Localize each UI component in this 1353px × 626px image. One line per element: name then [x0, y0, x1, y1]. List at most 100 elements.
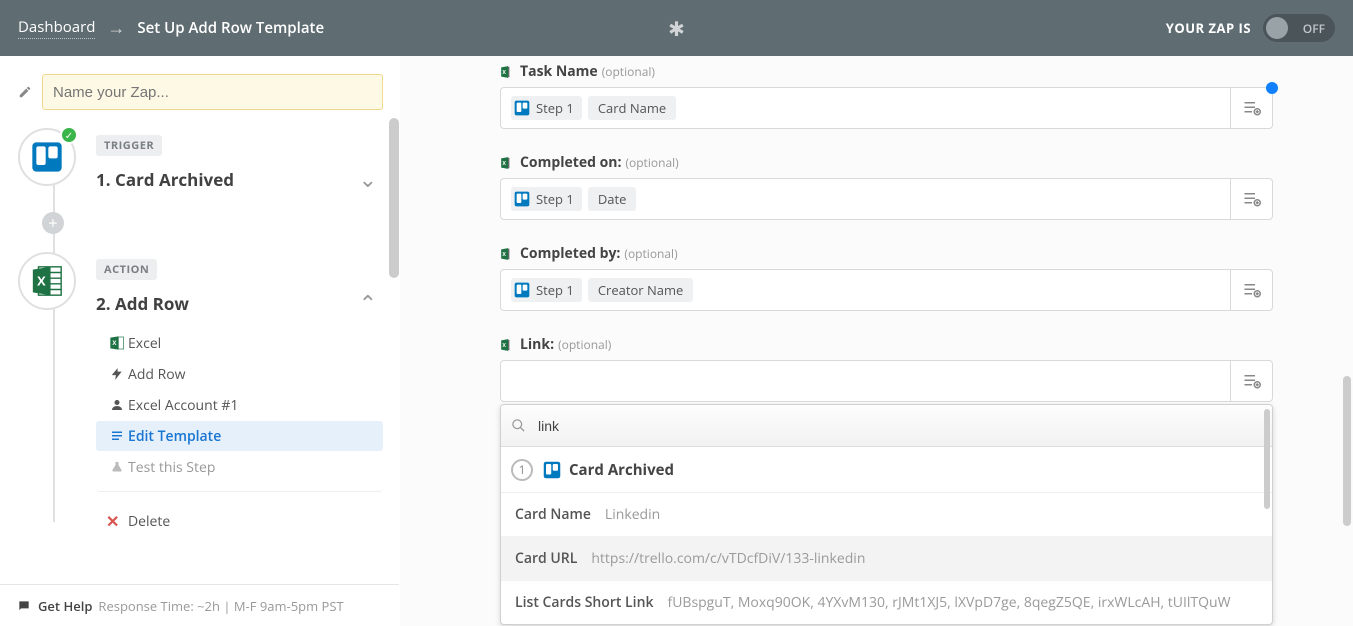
dropdown-search-input[interactable]: [536, 417, 1262, 435]
toggle-off-label: OFF: [1303, 20, 1325, 37]
pill-step1[interactable]: Step 1: [511, 187, 582, 211]
add-step-button[interactable]: +: [42, 212, 64, 234]
svg-text:X: X: [502, 67, 506, 75]
insert-data-button[interactable]: [1230, 88, 1272, 128]
substep-action[interactable]: Add Row: [96, 359, 383, 389]
action-step-bubble[interactable]: X: [18, 252, 76, 310]
trello-icon: [31, 141, 63, 173]
trello-mini-icon: [514, 282, 530, 298]
pill-value-cardname[interactable]: Card Name: [588, 96, 676, 120]
substep-app-label: Excel: [128, 334, 161, 353]
sidebar-scrollbar[interactable]: [389, 118, 399, 278]
breadcrumb-arrow-icon: →: [107, 16, 125, 40]
task-name-input[interactable]: Step 1 Card Name: [500, 87, 1273, 129]
trello-mini-icon: [514, 191, 530, 207]
completed-on-label: Completed on:: [520, 153, 621, 172]
dd-val: fUBspguT, Moxq90OK, 4YXvM130, rJMt1XJ5, …: [667, 593, 1230, 612]
completed-by-input[interactable]: Step 1 Creator Name: [500, 269, 1273, 311]
pill-step-text: Step 1: [536, 190, 574, 208]
field-link: X Link: (optional): [500, 335, 1273, 625]
trigger-step-header[interactable]: 1. Card Archived ⌄: [96, 164, 383, 194]
step-number-badge: 1: [511, 459, 533, 481]
chevron-up-icon: ⌃: [359, 288, 377, 318]
svg-text:X: X: [502, 158, 506, 166]
dropdown-header-title: Card Archived: [569, 460, 674, 480]
pill-value-creator[interactable]: Creator Name: [588, 278, 694, 302]
link-input[interactable]: [500, 360, 1273, 402]
substep-test-label: Test this Step: [128, 458, 215, 477]
pencil-icon: [18, 85, 34, 99]
excel-small-icon: X: [106, 335, 128, 351]
dropdown-item-card-url[interactable]: Card URL https://trello.com/c/vTDcfDiV/1…: [501, 537, 1272, 581]
action-step-header[interactable]: 2. Add Row ⌃: [96, 288, 383, 318]
field-task-name: X Task Name (optional) Step 1 Card Name: [500, 62, 1273, 129]
substep-account-label: Excel Account #1: [128, 396, 238, 415]
pill-step1[interactable]: Step 1: [511, 96, 582, 120]
zap-enabled-toggle[interactable]: OFF: [1263, 14, 1335, 42]
field-picker-dropdown: 1 Card Archived Card Name Linkedin Card …: [500, 404, 1273, 625]
svg-text:X: X: [502, 340, 506, 348]
main-form: X Task Name (optional) Step 1 Card Name: [400, 56, 1353, 626]
substep-app[interactable]: X Excel: [96, 328, 383, 358]
dropdown-item-list-cards-short-link[interactable]: List Cards Short Link fUBspguT, Moxq90OK…: [501, 581, 1272, 624]
trigger-step-bubble[interactable]: ✓: [18, 128, 76, 186]
pill-step-text: Step 1: [536, 99, 574, 117]
help-meta: Response Time: ~2h | M-F 9am-5pm PST: [98, 597, 343, 615]
svg-text:X: X: [37, 271, 46, 289]
substep-edit-label: Edit Template: [128, 427, 221, 446]
pill-step-text: Step 1: [536, 281, 574, 299]
insert-data-button[interactable]: [1230, 270, 1272, 310]
svg-text:X: X: [502, 249, 506, 257]
trigger-badge: TRIGGER: [96, 135, 162, 156]
get-help-link[interactable]: Get Help: [38, 597, 92, 615]
dropdown-item-card-name[interactable]: Card Name Linkedin: [501, 493, 1272, 537]
delete-x-icon: ✕: [106, 510, 128, 532]
zap-name-input[interactable]: [42, 74, 383, 110]
topbar: Dashboard → Set Up Add Row Template ✱ YO…: [0, 0, 1353, 56]
search-icon: [511, 418, 526, 433]
list-icon: [106, 430, 128, 442]
task-name-label: Task Name: [520, 62, 598, 81]
optional-label: (optional): [602, 63, 655, 80]
delete-label: Delete: [128, 512, 170, 531]
excel-tag-icon: X: [500, 247, 514, 261]
pill-value-date[interactable]: Date: [588, 187, 637, 211]
link-label: Link:: [520, 335, 554, 354]
breadcrumb-current: Set Up Add Row Template: [137, 18, 324, 38]
action-badge: ACTION: [96, 259, 157, 280]
toggle-knob: [1266, 17, 1288, 39]
substep-account[interactable]: Excel Account #1: [96, 390, 383, 420]
action-title: 2. Add Row: [96, 292, 189, 315]
dd-key: List Cards Short Link: [515, 593, 653, 612]
sidebar: ✓ TRIGGER 1. Card Archived ⌄ +: [0, 56, 400, 626]
substep-edit-template[interactable]: Edit Template: [96, 421, 383, 451]
insert-data-button[interactable]: [1230, 361, 1272, 401]
dropdown-scrollbar[interactable]: [1264, 409, 1270, 509]
insert-data-button[interactable]: [1230, 179, 1272, 219]
user-icon: [106, 398, 128, 412]
substep-action-label: Add Row: [128, 365, 186, 384]
dropdown-step-header[interactable]: 1 Card Archived: [501, 447, 1272, 493]
substep-test[interactable]: Test this Step: [96, 452, 383, 482]
trello-mini-icon: [514, 100, 530, 116]
dd-key: Card Name: [515, 505, 591, 524]
trello-mini-icon: [543, 461, 561, 479]
check-icon: ✓: [60, 126, 78, 144]
main-scrollbar[interactable]: [1343, 376, 1351, 526]
your-zap-label: YOUR ZAP IS: [1166, 19, 1251, 37]
flask-icon: [106, 460, 128, 474]
bolt-icon: [106, 367, 128, 381]
delete-step-button[interactable]: ✕ Delete: [96, 500, 383, 532]
zapier-logo-icon: ✱: [668, 15, 685, 42]
chevron-down-icon: ⌄: [359, 164, 377, 194]
optional-label: (optional): [558, 336, 611, 353]
sidebar-footer: Get Help Response Time: ~2h | M-F 9am-5p…: [0, 584, 399, 626]
excel-icon: X: [30, 264, 64, 298]
dd-val: https://trello.com/c/vTDcfDiV/133-linked…: [591, 549, 865, 568]
breadcrumb-dashboard[interactable]: Dashboard: [18, 17, 95, 39]
excel-tag-icon: X: [500, 156, 514, 170]
pill-step1[interactable]: Step 1: [511, 278, 582, 302]
excel-tag-icon: X: [500, 65, 514, 79]
completed-on-input[interactable]: Step 1 Date: [500, 178, 1273, 220]
field-completed-by: X Completed by: (optional) Step 1 Creato…: [500, 244, 1273, 311]
